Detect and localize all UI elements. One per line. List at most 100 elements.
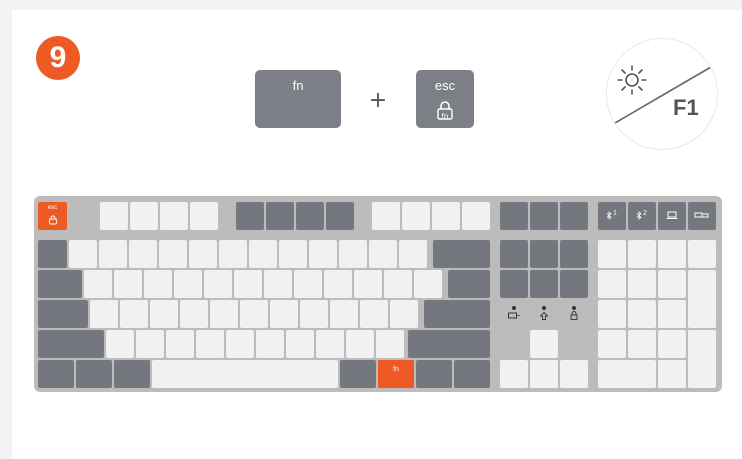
- f1-badge: [606, 38, 718, 150]
- fn-key-label: fn: [292, 78, 304, 93]
- key: [384, 270, 412, 298]
- indicator-light: [512, 306, 516, 310]
- bluetooth-icon: [606, 211, 612, 220]
- key-arrow-right: [560, 360, 588, 388]
- key-ctrl: [38, 360, 74, 388]
- bluetooth-1-number: 1: [613, 210, 617, 217]
- keyboard-diagram: esc 1 2 fn: [34, 196, 722, 392]
- esc-key-illustration: esc fn: [416, 70, 474, 128]
- key: [90, 300, 118, 328]
- key: [136, 330, 164, 358]
- key: [210, 300, 238, 328]
- key: [249, 240, 277, 268]
- key-backtick: [38, 240, 67, 268]
- key: [204, 270, 232, 298]
- key: [240, 300, 268, 328]
- key: [264, 270, 292, 298]
- numpad-key: [598, 330, 626, 358]
- key-right-alt: [340, 360, 376, 388]
- key: [129, 240, 157, 268]
- key-caps-lock: [38, 300, 88, 328]
- step-number-badge: 9: [36, 36, 80, 80]
- key: [346, 330, 374, 358]
- numpad-key: [628, 330, 656, 358]
- key: [354, 270, 382, 298]
- bluetooth-2-number: 2: [643, 210, 647, 217]
- key-arrow-left: [500, 360, 528, 388]
- key-f: [372, 202, 400, 230]
- key: [369, 240, 397, 268]
- numpad-decimal: [658, 360, 686, 388]
- key-end: [530, 270, 558, 298]
- numpad-key: [688, 240, 716, 268]
- indicator-light: [542, 306, 546, 310]
- key-pause: [560, 202, 588, 230]
- key-bluetooth-1: 1: [598, 202, 626, 230]
- key-f: [432, 202, 460, 230]
- key-tab: [38, 270, 82, 298]
- key: [120, 300, 148, 328]
- numpad-key: [628, 240, 656, 268]
- key-f: [462, 202, 490, 230]
- numpad-key: [658, 270, 686, 298]
- key-f: [266, 202, 294, 230]
- numpad-key: [598, 240, 626, 268]
- numpad-key: [598, 300, 626, 328]
- key: [309, 240, 337, 268]
- key: [174, 270, 202, 298]
- numpad-plus: [688, 270, 716, 328]
- key-print: [500, 202, 528, 230]
- key: [294, 270, 322, 298]
- key: [376, 330, 404, 358]
- diagonal-divider: [614, 66, 712, 124]
- key-backspace: [433, 240, 490, 268]
- key: [99, 240, 127, 268]
- key: [189, 240, 217, 268]
- key: [270, 300, 298, 328]
- key-left-shift: [38, 330, 104, 358]
- numpad-enter: [688, 330, 716, 388]
- fn-lock-small-icon: [49, 215, 57, 225]
- key-scroll: [530, 202, 558, 230]
- key-f: [236, 202, 264, 230]
- key: [196, 330, 224, 358]
- key: [219, 240, 247, 268]
- key: [144, 270, 172, 298]
- bluetooth-icon: [636, 211, 642, 220]
- key: [390, 300, 418, 328]
- key: [324, 270, 352, 298]
- numpad-key: [628, 300, 656, 328]
- key: [159, 240, 187, 268]
- key-dongle-mode: [688, 202, 716, 230]
- key-bluetooth-2: 2: [628, 202, 656, 230]
- usb-dongle-icon: [694, 212, 709, 218]
- key-arrow-down: [530, 360, 558, 388]
- f1-label: F1: [673, 95, 699, 120]
- key-laptop-mode: [658, 202, 686, 230]
- fn-key-illustration: fn: [255, 70, 341, 128]
- key-f: [130, 202, 158, 230]
- key: [286, 330, 314, 358]
- numpad-key: [628, 270, 656, 298]
- key: [226, 330, 254, 358]
- numpad-zero: [598, 360, 656, 388]
- key: [180, 300, 208, 328]
- key: [234, 270, 262, 298]
- key: [106, 330, 134, 358]
- key: [360, 300, 388, 328]
- key: [339, 240, 367, 268]
- key-menu: [416, 360, 452, 388]
- plus-sign: +: [368, 88, 388, 113]
- key: [330, 300, 358, 328]
- caps-lock-indicator-icon: [540, 312, 548, 320]
- key-space: [152, 360, 338, 388]
- key: [399, 240, 427, 268]
- key-home: [530, 240, 558, 268]
- key-right-shift: [408, 330, 490, 358]
- laptop-icon: [666, 211, 678, 219]
- key-page-down: [560, 270, 588, 298]
- key-delete: [500, 270, 528, 298]
- numpad-key: [598, 270, 626, 298]
- key-win: [76, 360, 112, 388]
- key: [316, 330, 344, 358]
